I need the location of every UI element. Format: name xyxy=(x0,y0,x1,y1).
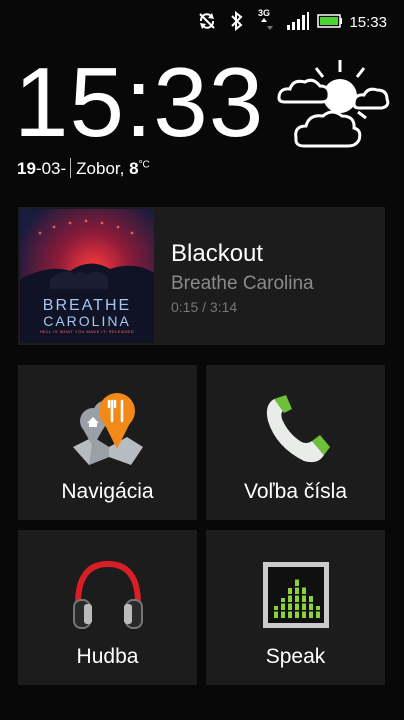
tile-label: Voľba čísla xyxy=(243,480,348,503)
location: Zobor, xyxy=(76,159,125,178)
music-widget[interactable]: BREATHE CAROLINA HELL IS WHAT YOU MAKE I… xyxy=(18,207,385,345)
sync-off-icon xyxy=(197,11,217,36)
status-bar: 3G 15:33 xyxy=(0,0,404,44)
status-time: 15:33 xyxy=(349,14,387,31)
album-title-line2: CAROLINA xyxy=(43,313,131,329)
tile-speak[interactable]: Speak xyxy=(206,530,385,685)
tile-label: Hudba xyxy=(76,645,139,668)
album-tagline: HELL IS WHAT YOU MAKE IT: RELEASED xyxy=(39,329,135,334)
song-progress: 0:15 / 3:14 xyxy=(171,299,238,315)
tile-music[interactable]: Hudba xyxy=(18,530,197,685)
temperature: 8 xyxy=(129,159,139,178)
bluetooth-icon xyxy=(231,10,243,36)
phone-icon xyxy=(260,391,332,472)
date-location-line[interactable]: 19-03- Zobor, 8°C xyxy=(17,158,150,179)
date-month: -03- xyxy=(35,159,67,178)
navigation-map-icon xyxy=(71,391,145,472)
clock-time[interactable]: 15:33 xyxy=(14,52,264,152)
temperature-unit: °C xyxy=(138,159,150,171)
song-artist: Breathe Carolina xyxy=(171,273,314,294)
signal-icon xyxy=(287,12,309,35)
album-art[interactable]: BREATHE CAROLINA HELL IS WHAT YOU MAKE I… xyxy=(20,209,154,343)
tile-label: Speak xyxy=(265,645,326,668)
tile-phone-dialer[interactable]: Voľba čísla xyxy=(206,365,385,520)
divider xyxy=(70,158,72,178)
date-day: 19 xyxy=(17,159,36,178)
equalizer-icon xyxy=(262,562,329,633)
partly-cloudy-icon[interactable] xyxy=(276,58,392,159)
battery-icon xyxy=(317,14,343,33)
headphones-icon xyxy=(70,558,146,637)
song-title: Blackout xyxy=(171,240,264,267)
tile-navigation[interactable]: Navigácia xyxy=(18,365,197,520)
tile-label: Navigácia xyxy=(61,480,154,503)
